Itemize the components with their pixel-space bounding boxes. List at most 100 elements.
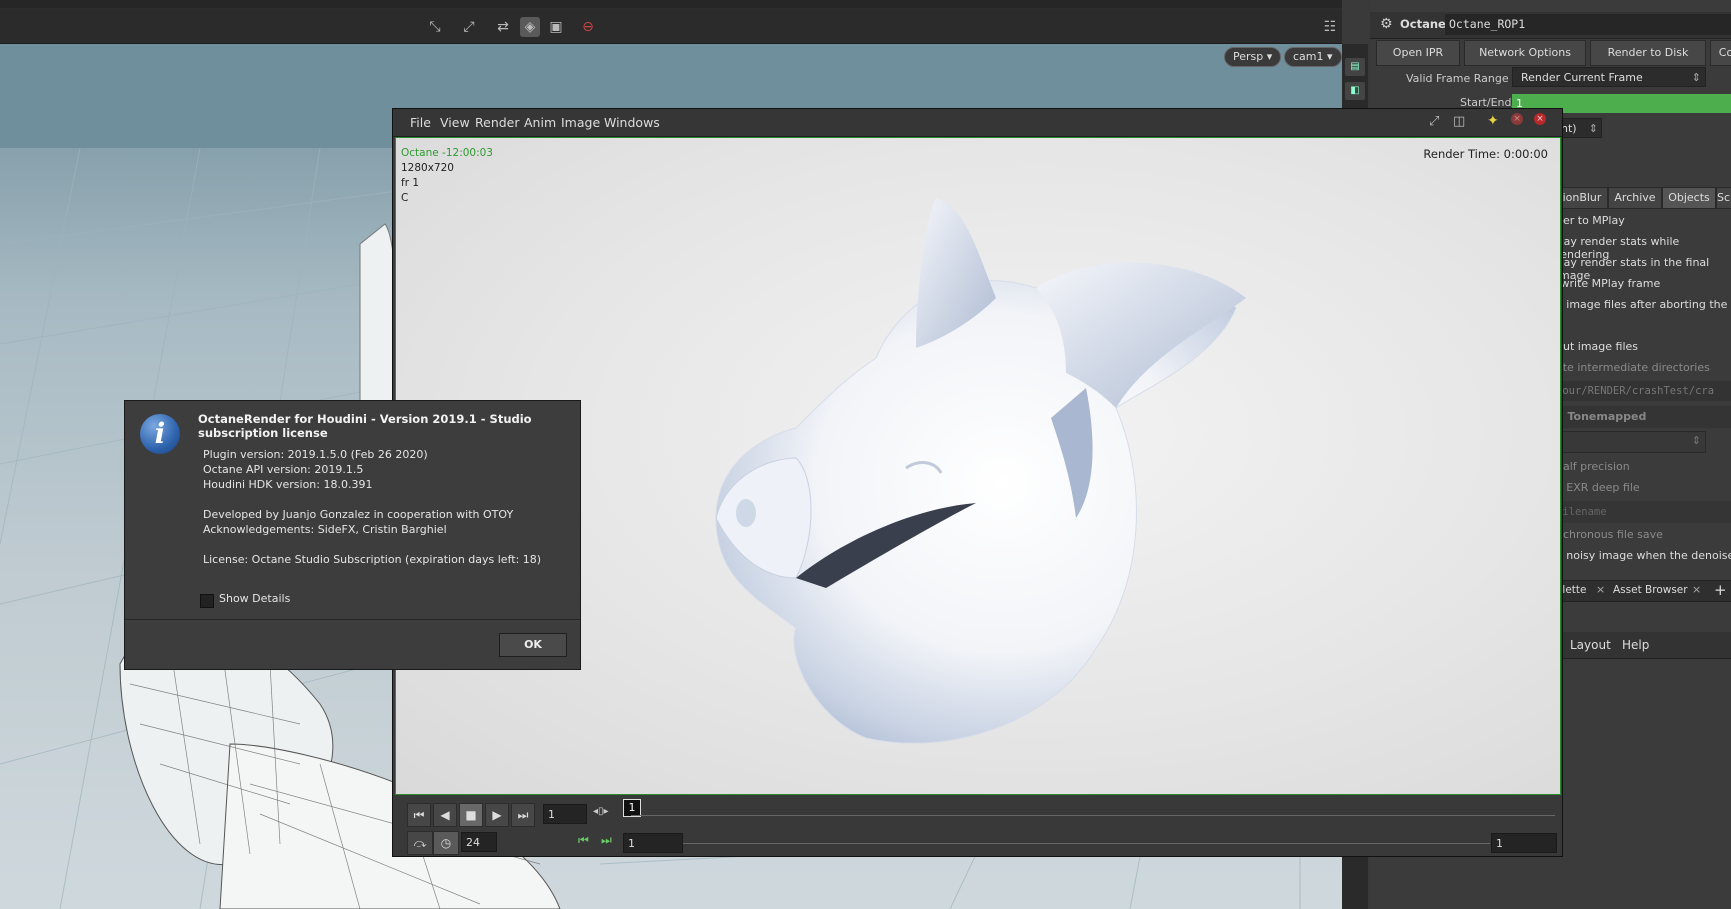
- minimize-icon[interactable]: ×: [1511, 113, 1523, 125]
- dropdown-arrows-icon: ⇕: [1691, 71, 1701, 84]
- valid-frame-range-select[interactable]: Render Current Frame ⇕: [1512, 67, 1706, 87]
- realtime-icon[interactable]: ◷: [433, 831, 459, 855]
- developed-by-text: Developed by Juanjo Gonzalez in cooperat…: [203, 508, 514, 521]
- option-create-directories[interactable]: ate intermediate directories: [1556, 361, 1710, 374]
- render-to-disk-button[interactable]: Render to Disk: [1590, 40, 1706, 66]
- select-tool-icon[interactable]: ⤡: [425, 17, 445, 37]
- current-frame-field[interactable]: 1: [543, 804, 587, 824]
- valid-frame-range-value: Render Current Frame: [1521, 71, 1643, 84]
- option-overwrite-mplay-frame[interactable]: rwrite MPlay frame: [1556, 277, 1660, 290]
- output-path-field[interactable]: four/RENDER/crashTest/cra: [1556, 381, 1731, 401]
- display-options-icon[interactable]: ▤: [1345, 58, 1365, 76]
- range-start-icon[interactable]: ⏮: [578, 833, 589, 848]
- menu-render[interactable]: Render: [475, 115, 520, 130]
- option-output-image-files[interactable]: put image files: [1556, 340, 1638, 353]
- menu-file[interactable]: File: [410, 115, 431, 130]
- node-type-label: Octane: [1400, 17, 1446, 31]
- tab-scripts[interactable]: Scr: [1716, 187, 1731, 209]
- about-dialog: i OctaneRender for Houdini - Version 201…: [124, 400, 581, 670]
- desk-tab-bar: alette × Asset Browser × +: [1556, 580, 1731, 602]
- open-ipr-button[interactable]: Open IPR: [1376, 40, 1460, 66]
- jump-start-button[interactable]: ⏮: [407, 803, 431, 827]
- play-forward-button[interactable]: ▶: [485, 803, 509, 827]
- option-exr-deep-file[interactable]: e EXR deep file: [1556, 481, 1640, 494]
- jump-end-button[interactable]: ⏭: [511, 803, 535, 827]
- api-version-text: Octane API version: 2019.1.5: [203, 463, 364, 476]
- close-icon[interactable]: ×: [1596, 583, 1605, 596]
- play-backward-button[interactable]: ◀: [433, 803, 457, 827]
- plugin-version-text: Plugin version: 2019.1.5.0 (Feb 26 2020): [203, 448, 428, 461]
- network-options-button[interactable]: Network Options: [1464, 40, 1586, 66]
- channel-label: C: [401, 192, 409, 204]
- viewport-toolbar: ⤡ ⤢ ⇄ ◈ ▣ ⊖ ☷: [0, 10, 1342, 44]
- node-header: ⚙ Octane Octane_ROP1: [1370, 12, 1731, 39]
- loop-mode-button[interactable]: ⤼: [407, 831, 433, 855]
- stop-button[interactable]: ■: [459, 803, 483, 827]
- format-select[interactable]: ⇕: [1556, 431, 1706, 453]
- tab-objects[interactable]: Objects: [1662, 187, 1716, 209]
- renderer-label: Octane -12:00:03: [401, 147, 493, 159]
- option-half-precision[interactable]: half precision: [1556, 460, 1630, 473]
- camera-view-dropdown[interactable]: Persp ▾: [1224, 47, 1282, 67]
- step-back-icon[interactable]: ◂▯▸: [593, 806, 609, 817]
- camera-dropdown[interactable]: cam1 ▾: [1284, 47, 1342, 67]
- dropdown-arrows-icon: ⇕: [1588, 122, 1598, 135]
- viewport-top-strip: [0, 0, 1342, 8]
- valid-frame-range-label: Valid Frame Range: [1406, 72, 1509, 85]
- pane-menubar: s Layout Help: [1556, 632, 1731, 659]
- close-icon[interactable]: ×: [1692, 583, 1701, 596]
- close-icon[interactable]: ×: [1534, 113, 1546, 125]
- menu-image[interactable]: Image: [561, 115, 600, 130]
- menu-help[interactable]: Help: [1622, 638, 1649, 652]
- range-slider[interactable]: [683, 843, 1490, 844]
- tab-archive[interactable]: Archive: [1608, 187, 1662, 209]
- option-render-to-mplay[interactable]: der to MPlay: [1556, 214, 1625, 227]
- hdk-version-text: Houdini HDK version: 18.0.391: [203, 478, 373, 491]
- range-start-field[interactable]: 1: [623, 833, 683, 853]
- show-details-label[interactable]: Show Details: [219, 592, 290, 605]
- gear-icon[interactable]: ⚙: [1380, 16, 1393, 32]
- ok-button[interactable]: OK: [499, 633, 567, 657]
- fit-window-icon[interactable]: ⤢: [1429, 114, 1439, 129]
- render-time-label: Render Time: 0:00:00: [1423, 147, 1548, 161]
- more-button[interactable]: Co: [1710, 40, 1731, 66]
- range-end-icon[interactable]: ⏭: [601, 833, 612, 848]
- timeline-track[interactable]: [631, 815, 1555, 816]
- tab-asset-browser[interactable]: Asset Browser: [1613, 584, 1688, 596]
- option-save-noisy-image[interactable]: e noisy image when the denoiser is: [1556, 549, 1731, 562]
- transform-tool-icon[interactable]: ⤢: [459, 17, 479, 37]
- playbar: ⏮ ◀ ■ ▶ ⏭ 1 ◂▯▸ 1 ⤼ ◷ 24 ⏮ ⏭ 1 1: [393, 795, 1562, 856]
- new-window-icon[interactable]: ✦: [1487, 113, 1499, 129]
- menu-view[interactable]: View: [440, 115, 470, 130]
- pig-head-render: [715, 198, 1246, 744]
- snap-tool-icon[interactable]: ◈: [520, 17, 540, 37]
- layout-icon[interactable]: ◫: [1453, 114, 1465, 129]
- add-tab-icon[interactable]: +: [1714, 581, 1727, 599]
- handle-tool-icon[interactable]: ⇄: [493, 17, 513, 37]
- show-details-checkbox[interactable]: [200, 594, 214, 608]
- option-async-file-save[interactable]: nchronous file save: [1556, 528, 1663, 541]
- shading-icon[interactable]: ◧: [1345, 82, 1365, 100]
- deep-filename-field[interactable]: Filename: [1556, 501, 1731, 523]
- option-save-after-abort[interactable]: e image files after aborting the renc: [1556, 298, 1731, 311]
- resolution-label: 1280x720: [401, 162, 454, 174]
- dialog-title: OctaneRender for Houdini - Version 2019.…: [198, 412, 532, 440]
- tab-motionblur[interactable]: ionBlur: [1556, 187, 1608, 209]
- fps-field[interactable]: 24: [461, 832, 497, 852]
- acknowledgements-text: Acknowledgements: SideFX, Cristin Barghi…: [203, 523, 447, 536]
- dialog-separator: [125, 619, 580, 620]
- info-icon: i: [140, 414, 180, 454]
- tree-view-icon[interactable]: ☷: [1320, 17, 1340, 37]
- menu-layout[interactable]: Layout: [1570, 638, 1611, 652]
- view-tool-icon[interactable]: ▣: [546, 17, 566, 37]
- frame-label: fr 1: [401, 177, 420, 189]
- partial-select-value: nt): [1561, 122, 1577, 135]
- image-type-select[interactable]: 8 Tonemapped: [1556, 406, 1731, 428]
- dropdown-arrows-icon: ⇕: [1691, 434, 1701, 447]
- menu-windows[interactable]: Windows: [604, 115, 660, 130]
- no-entry-icon[interactable]: ⊖: [578, 17, 598, 37]
- menu-anim[interactable]: Anim: [524, 115, 556, 130]
- range-end-field[interactable]: 1: [1491, 833, 1557, 853]
- node-name-field[interactable]: Octane_ROP1: [1445, 14, 1731, 35]
- license-text: License: Octane Studio Subscription (exp…: [203, 553, 542, 566]
